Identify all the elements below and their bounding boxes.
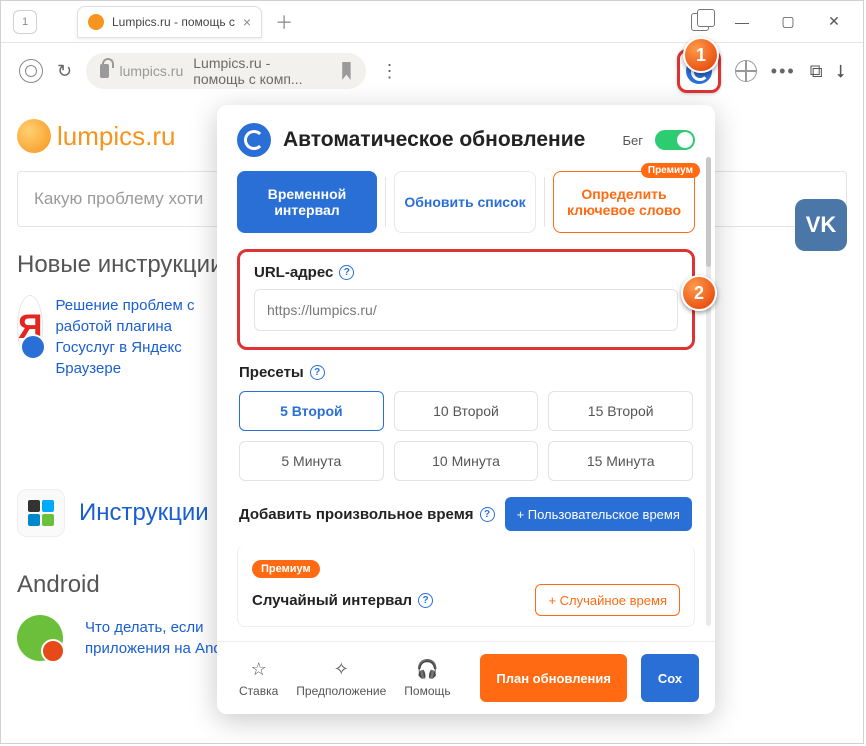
preset-5s[interactable]: 5 Второй [239,391,384,431]
logo-text: lumpics.ru [57,121,175,152]
window-close-button[interactable]: ✕ [811,6,857,38]
mode-tabs: Временной интервал Обновить список Опред… [237,171,695,233]
tab-close-icon[interactable]: × [243,14,251,30]
copy-icon[interactable] [691,13,709,31]
random-interval-label: Случайный интервал [252,592,412,609]
custom-time-label: Добавить произвольное время [239,506,474,523]
tab-favicon [88,14,104,30]
premium-badge: Премиум [641,163,700,178]
upgrade-plan-button[interactable]: План обновления [480,654,627,702]
random-interval-section: Премиум Случайный интервал? + Случайное … [237,545,695,627]
bookmark-icon[interactable] [340,62,352,80]
url-input[interactable] [254,289,678,331]
save-button[interactable]: Сох [641,654,699,702]
url-help-icon[interactable]: ? [339,265,354,280]
translate-icon[interactable] [735,60,757,82]
popup-footer: ☆Ставка ✧Предположение 🎧Помощь План обно… [217,641,715,714]
preset-15s[interactable]: 15 Второй [548,391,693,431]
extension-popup: Автоматическое обновление Бег Временной … [217,105,715,714]
more-icon[interactable]: ••• [771,61,796,82]
yandex-browser-icon: Я [17,295,43,359]
presets-label: Пресеты [239,364,304,381]
downloads-icon[interactable]: ⭣ [837,61,845,82]
browser-tab[interactable]: Lumpics.ru - помощь с × [77,6,262,38]
reload-icon[interactable]: ↻ [57,61,72,82]
rate-button[interactable]: ☆Ставка [233,659,284,698]
suggest-button[interactable]: ✧Предположение [290,659,392,698]
random-help-icon[interactable]: ? [418,593,433,608]
url-label: URL-адрес [254,264,333,281]
lock-icon [100,64,109,78]
url-bar: ↻ lumpics.ru Lumpics.ru - помощь с комп.… [1,43,863,99]
tab-counter-button[interactable]: 1 [13,10,37,34]
page-menu-icon[interactable]: ⋮ [380,61,396,82]
logo-icon [17,119,51,153]
callout-1: 1 [683,37,719,73]
vk-share-button[interactable]: VK [795,199,847,251]
window-maximize-button[interactable]: ▢ [765,6,811,38]
add-random-time-button[interactable]: + Случайное время [535,584,680,616]
extensions-icon[interactable]: ⧉ [810,61,823,82]
refresh-icon [237,123,271,157]
premium-badge-random: Премиум [252,560,320,578]
help-button[interactable]: 🎧Помощь [398,659,456,698]
address-field[interactable]: lumpics.ru Lumpics.ru - помощь с комп... [86,53,366,89]
custom-help-icon[interactable]: ? [480,507,495,522]
window-minimize-button[interactable]: — [719,6,765,38]
android-icon [17,615,63,661]
android-article-link[interactable]: Что делать, еслиприложения на Andr [85,617,227,659]
yandex-home-icon[interactable] [19,59,43,83]
tab-title: Lumpics.ru - помощь с [112,15,235,29]
presets-section: Пресеты? 5 Второй 10 Второй 15 Второй 5 … [239,364,693,481]
lightbulb-icon: ✧ [334,659,349,680]
url-domain: lumpics.ru [119,63,183,79]
preset-10m[interactable]: 10 Минута [394,441,539,481]
url-page-title: Lumpics.ru - помощь с комп... [193,55,320,87]
preset-15m[interactable]: 15 Минута [548,441,693,481]
headset-icon: 🎧 [416,659,438,680]
instructions-label: Инструкции [79,499,209,527]
add-custom-time-button[interactable]: + Пользовательское время [505,497,692,531]
popup-scrollbar[interactable] [706,157,711,626]
star-icon: ☆ [251,659,267,680]
article-card[interactable]: Я Решение проблем с работой плагина Госу… [17,295,227,379]
presets-help-icon[interactable]: ? [310,365,325,380]
preset-10s[interactable]: 10 Второй [394,391,539,431]
tab-time-interval[interactable]: Временной интервал [237,171,377,233]
platforms-icon [17,489,65,537]
url-section: URL-адрес? [237,249,695,350]
preset-5m[interactable]: 5 Минута [239,441,384,481]
run-toggle[interactable] [655,130,695,150]
tab-refresh-list[interactable]: Обновить список [394,171,536,233]
article-link[interactable]: Решение проблем с работой плагина Госусл… [55,295,227,379]
window-titlebar: 1 Lumpics.ru - помощь с × ＋ — ▢ ✕ [1,1,863,43]
new-tab-button[interactable]: ＋ [270,8,298,36]
tab-keyword[interactable]: Определить ключевое слово Премиум [553,171,695,233]
popup-title: Автоматическое обновление [283,128,585,152]
callout-2: 2 [681,275,717,311]
run-label: Бег [622,133,643,148]
